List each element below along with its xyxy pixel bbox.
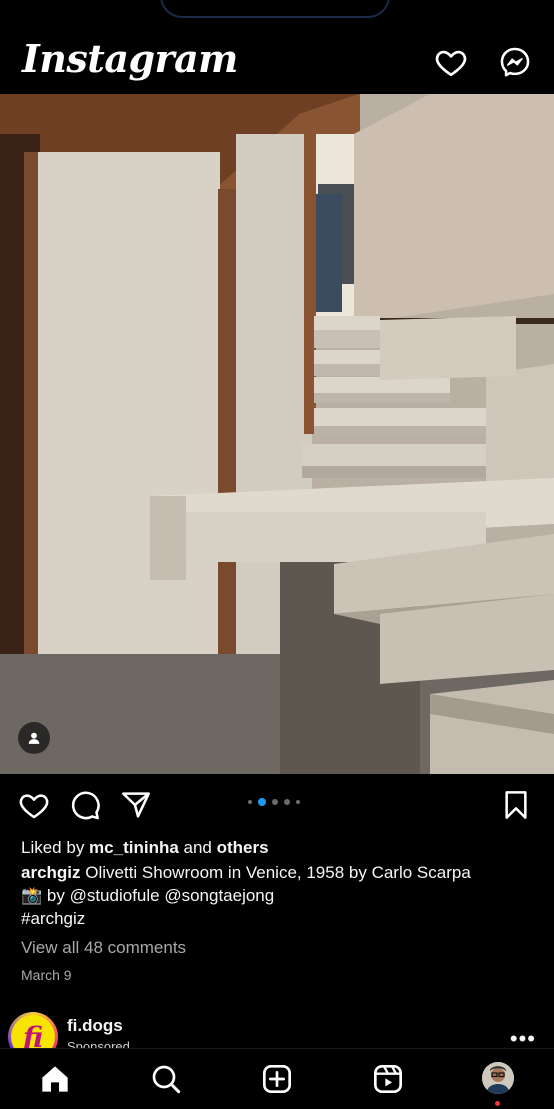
post-meta: Liked by mc_tininha and others archgiz O…	[21, 836, 541, 987]
avatar-logo: fi	[11, 1015, 55, 1048]
carousel-indicator	[248, 798, 300, 806]
liked-by-and: and	[178, 838, 217, 857]
tagged-user-button[interactable]	[18, 722, 50, 754]
carousel-dot-active	[258, 798, 266, 806]
view-comments-link[interactable]: View all 48 comments	[21, 936, 541, 959]
carousel-dot	[296, 800, 300, 804]
person-icon	[28, 732, 40, 744]
share-send-icon[interactable]	[120, 789, 152, 821]
comment-icon[interactable]	[69, 789, 101, 821]
search-icon[interactable]	[150, 1063, 182, 1095]
status-bar-notch	[160, 0, 390, 18]
create-post-icon[interactable]	[261, 1063, 293, 1095]
bottom-navigation	[0, 1048, 554, 1109]
next-post-header: fi fi.dogs Sponsored •••	[0, 1008, 554, 1048]
instagram-logo[interactable]: Instagram	[22, 36, 238, 81]
liked-by-user-link[interactable]: mc_tininha	[89, 838, 179, 857]
liked-by-prefix: Liked by	[21, 838, 90, 857]
home-icon[interactable]	[39, 1063, 71, 1095]
profile-avatar[interactable]	[482, 1062, 514, 1094]
notification-dot	[495, 1101, 500, 1106]
caption-text: Olivetti Showroom in Venice, 1958 by Car…	[80, 863, 471, 882]
messenger-icon[interactable]	[498, 45, 532, 79]
post-actions-bar	[0, 776, 554, 832]
hashtag-link[interactable]: #archgiz	[21, 907, 541, 930]
liked-by-text: Liked by mc_tininha and others	[21, 836, 541, 859]
next-post-avatar[interactable]: fi	[8, 1012, 58, 1048]
carousel-dot	[284, 799, 290, 805]
save-bookmark-icon[interactable]	[500, 789, 532, 821]
reels-icon[interactable]	[372, 1063, 404, 1095]
caption: archgiz Olivetti Showroom in Venice, 195…	[21, 861, 541, 884]
carousel-dot	[272, 799, 278, 805]
caption-credits: 📸 by @studiofule @songtaejong	[21, 886, 275, 905]
post-date: March 9	[21, 967, 72, 983]
like-heart-icon[interactable]	[18, 789, 50, 821]
heart-icon[interactable]	[434, 45, 468, 79]
caption-author-link[interactable]: archgiz	[21, 863, 81, 882]
post-photo[interactable]	[0, 94, 554, 774]
more-options-icon[interactable]: •••	[510, 1026, 536, 1048]
sponsored-label: Sponsored	[67, 1039, 130, 1048]
profile-photo	[482, 1062, 514, 1094]
next-post-username[interactable]: fi.dogs	[67, 1016, 123, 1036]
liked-by-others-link[interactable]: others	[217, 838, 269, 857]
carousel-dot	[248, 800, 252, 804]
top-bar: Instagram	[0, 30, 554, 94]
staircase-image	[0, 94, 554, 774]
